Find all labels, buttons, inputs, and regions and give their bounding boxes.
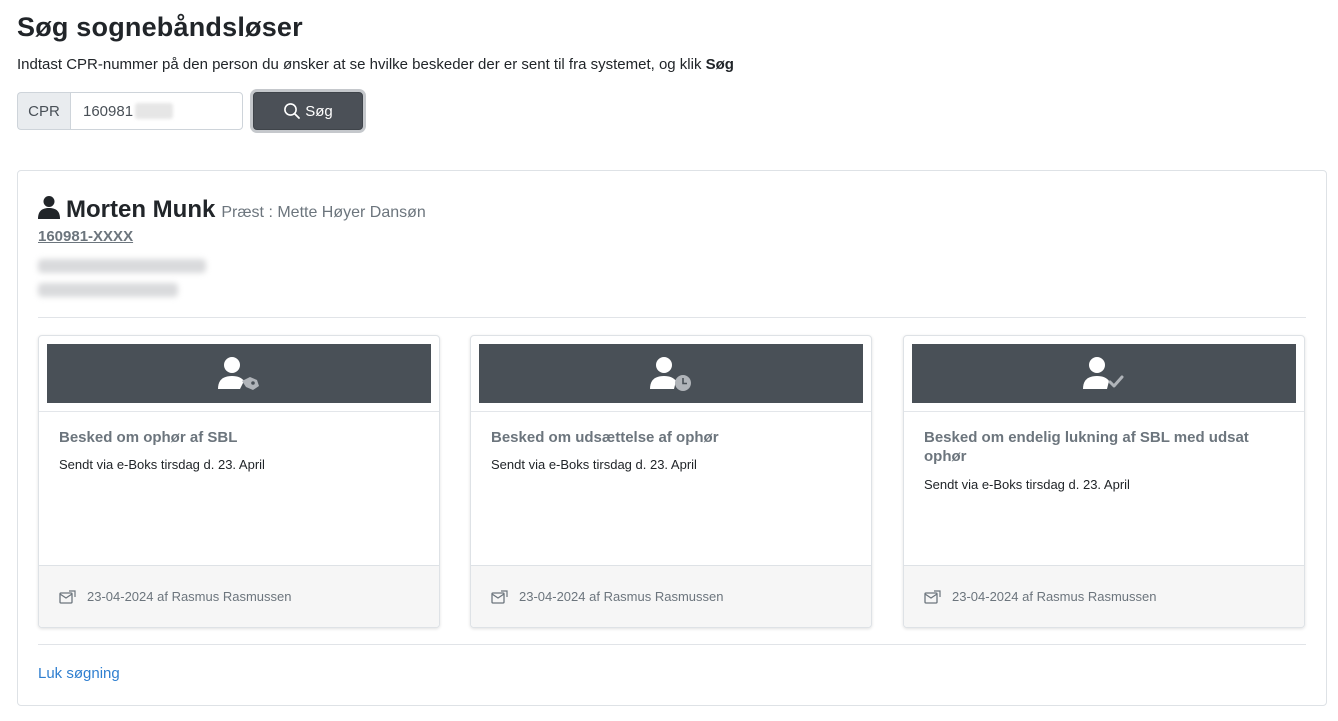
message-card: Besked om ophør af SBL Sendt via e-Boks … xyxy=(38,335,440,628)
card-footer: 23-04-2024 af Rasmus Rasmussen xyxy=(471,565,871,627)
cpr-prefix-label: CPR xyxy=(17,92,70,130)
redacted-address-line xyxy=(38,283,178,297)
card-separator xyxy=(39,411,439,412)
card-title: Besked om udsættelse af ophør xyxy=(491,429,719,446)
card-separator xyxy=(471,411,871,412)
redacted-address-line xyxy=(38,259,206,273)
card-footer: 23-04-2024 af Rasmus Rasmussen xyxy=(39,565,439,627)
cpr-input[interactable]: 160981 xyxy=(70,92,243,130)
card-footer-text: 23-04-2024 af Rasmus Rasmussen xyxy=(519,589,724,604)
user-tag-icon xyxy=(218,356,259,390)
card-title: Besked om ophør af SBL xyxy=(59,429,238,446)
search-button[interactable]: Søg xyxy=(253,92,363,130)
card-footer-text: 23-04-2024 af Rasmus Rasmussen xyxy=(87,589,292,604)
mail-sent-icon xyxy=(924,589,941,604)
card-title: Besked om endelig lukning af SBL med uds… xyxy=(924,429,1249,465)
divider xyxy=(38,317,1306,318)
person-role: Præst : Mette Høyer Dansøn xyxy=(221,204,426,221)
user-icon xyxy=(38,196,60,219)
search-form: CPR 160981 Søg xyxy=(17,92,363,130)
user-check-icon xyxy=(1083,356,1124,389)
cpr-input-value: 160981 xyxy=(83,102,134,120)
person-name: Morten Munk xyxy=(66,196,216,223)
intro-text: Indtast CPR-nummer på den person du ønsk… xyxy=(17,56,734,73)
mail-sent-icon xyxy=(491,589,508,604)
result-panel: Morten Munk Præst : Mette Høyer Dansøn 1… xyxy=(17,170,1327,706)
close-search-link[interactable]: Luk søgning xyxy=(38,665,120,682)
card-header xyxy=(912,344,1296,403)
message-card: Besked om endelig lukning af SBL med uds… xyxy=(903,335,1305,628)
person-cpr-link[interactable]: 160981-XXXX xyxy=(38,228,133,245)
search-button-label: Søg xyxy=(305,102,333,120)
mail-sent-icon xyxy=(59,589,76,604)
card-text: Sendt via e-Boks tirsdag d. 23. April xyxy=(59,457,265,472)
card-header xyxy=(479,344,863,403)
page-title: Søg sognebåndsløser xyxy=(17,12,303,42)
person-header: Morten Munk Præst : Mette Høyer Dansøn xyxy=(38,193,426,224)
user-clock-icon xyxy=(650,356,691,391)
card-text: Sendt via e-Boks tirsdag d. 23. April xyxy=(924,477,1130,492)
card-footer: 23-04-2024 af Rasmus Rasmussen xyxy=(904,565,1304,627)
card-separator xyxy=(904,411,1304,412)
page: Søg sognebåndsløser Indtast CPR-nummer p… xyxy=(0,0,1338,721)
card-header xyxy=(47,344,431,403)
divider xyxy=(38,644,1306,645)
card-text: Sendt via e-Boks tirsdag d. 23. April xyxy=(491,457,697,472)
intro-text-bold: Søg xyxy=(705,56,734,73)
intro-text-main: Indtast CPR-nummer på den person du ønsk… xyxy=(17,56,706,73)
message-card: Besked om udsættelse af ophør Sendt via … xyxy=(470,335,872,628)
redacted-digits xyxy=(135,103,174,119)
search-icon xyxy=(284,103,301,119)
card-footer-text: 23-04-2024 af Rasmus Rasmussen xyxy=(952,589,1157,604)
